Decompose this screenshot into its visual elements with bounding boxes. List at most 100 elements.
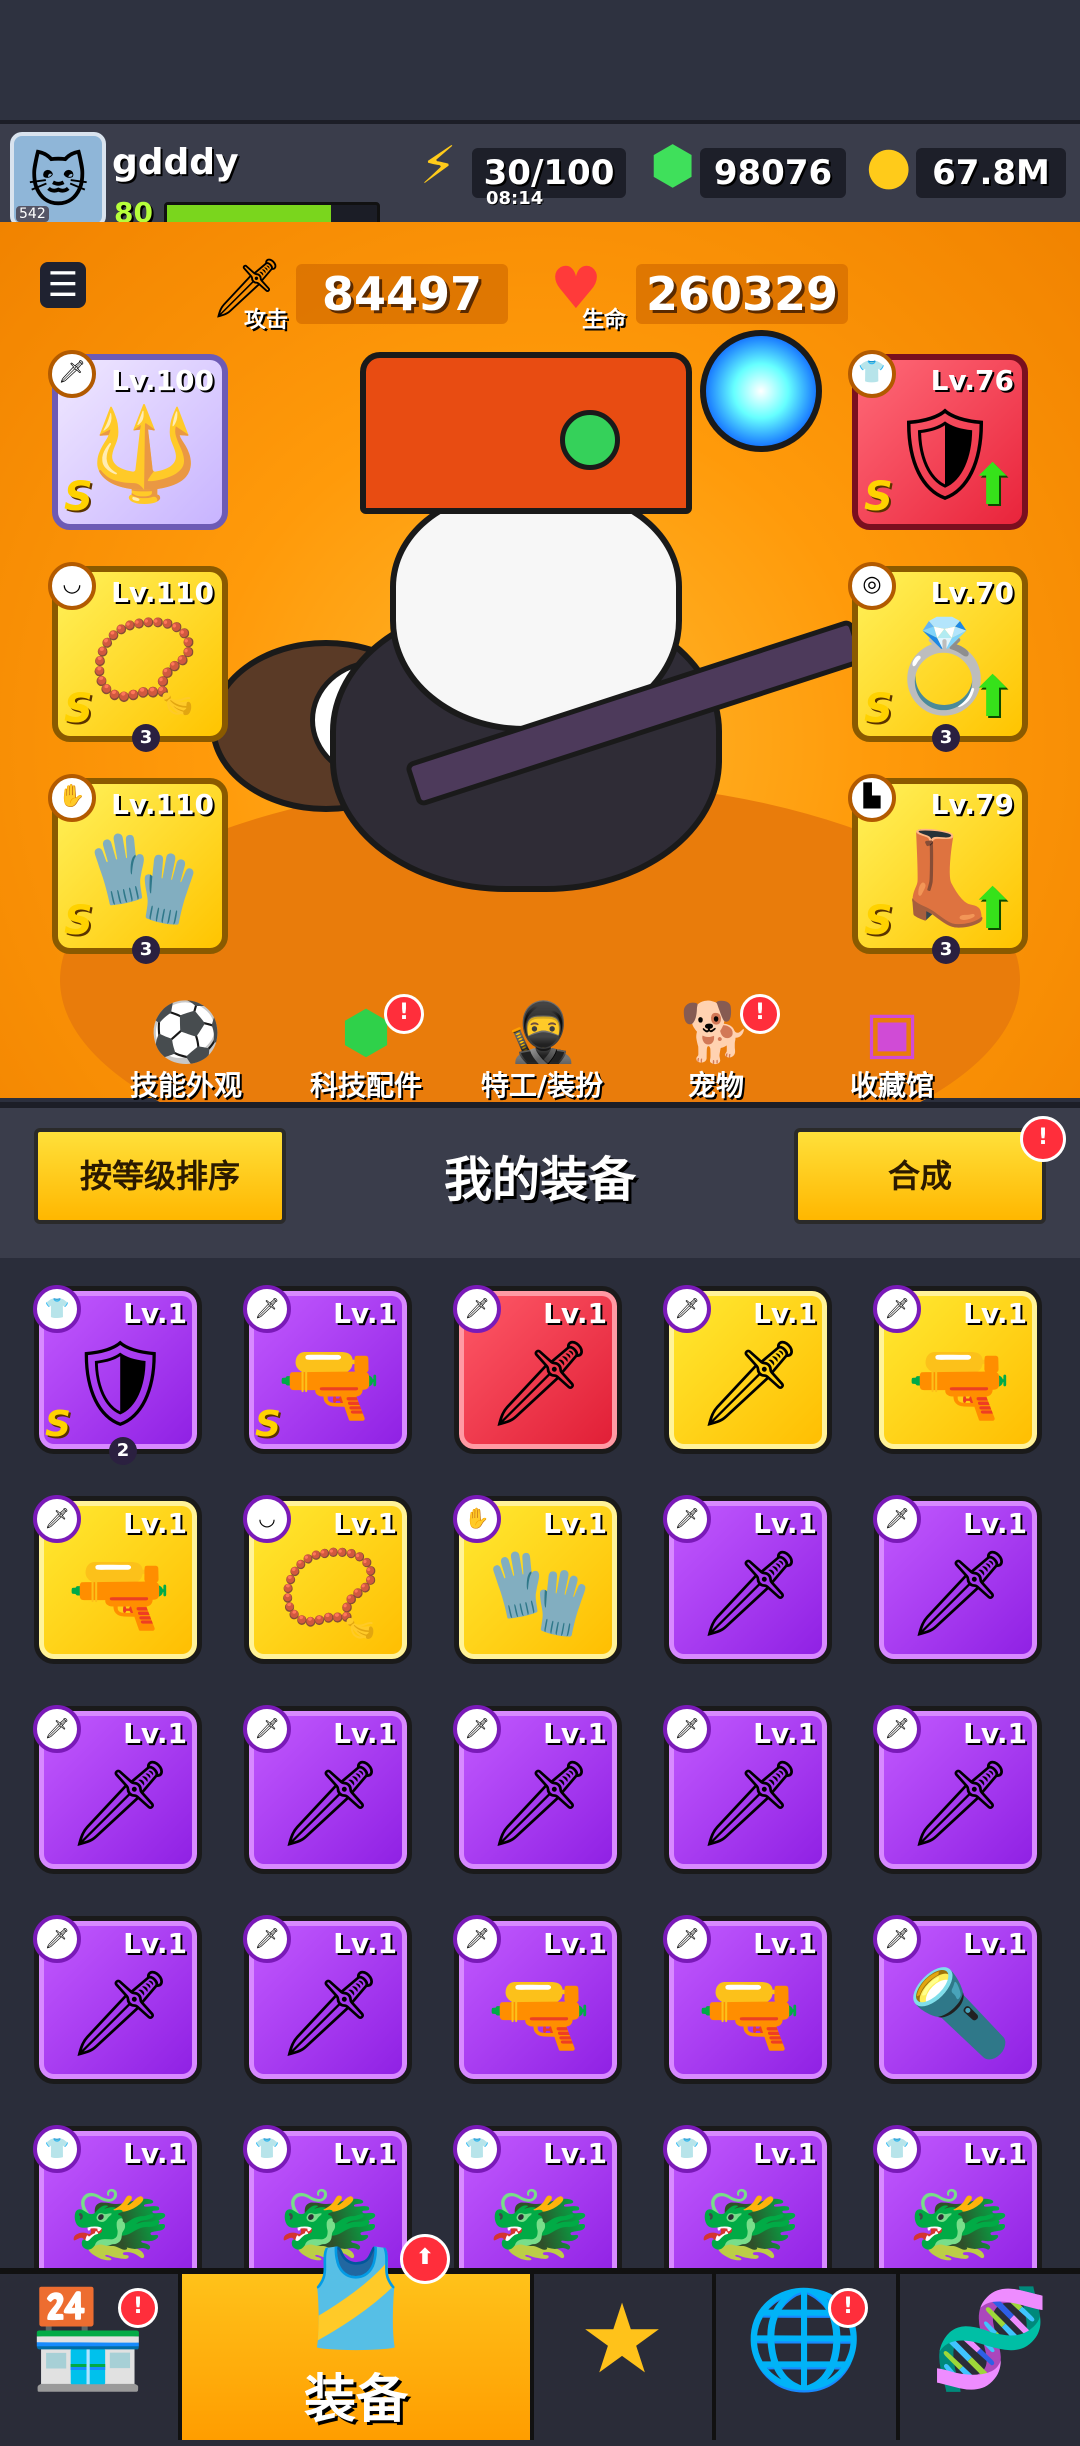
item-level: Lv.1 [963, 1507, 1027, 1540]
nav-collection-label: 收藏馆 [849, 1069, 934, 1102]
blaster-icon: 🔫 [277, 1334, 382, 1432]
item-level: Lv.1 [123, 2137, 187, 2170]
equipped-belt-grade: S [864, 686, 893, 732]
status-bar [0, 0, 1080, 120]
inventory-item[interactable]: 🗡 Lv.1 🗡 [663, 1705, 832, 1874]
hero-nav-row: ⚽ 技能外观 ⬢ 科技配件 ! 🥷 特工/装扮 🐕 宠物 ! ▣ 收藏馆 [0, 994, 1080, 1102]
equipped-armor-slot[interactable]: 👕 Lv.76 🛡 S ⬆ [848, 350, 1028, 530]
necklace-type-icon: ◡ [48, 562, 96, 610]
nav-agent-outfit-label: 特工/装扮 [480, 1069, 604, 1102]
equipped-gloves-slot[interactable]: ✋ Lv.110 🧤 S 3 [48, 774, 228, 964]
inventory-item[interactable]: 🗡 Lv.1 🗡 [663, 1495, 832, 1664]
armor-type-icon: 👕 [663, 2125, 711, 2173]
item-level: Lv.1 [123, 1297, 187, 1330]
attack-label: 攻击 [244, 308, 289, 333]
nav-collection[interactable]: ▣ 收藏馆 [812, 1000, 972, 1104]
tab-planet[interactable]: 🌐 ! [716, 2274, 892, 2440]
planet-icon: 🌐 [744, 2283, 864, 2395]
inventory-item[interactable]: 🗡 Lv.1 🔫 [453, 1915, 622, 2084]
inventory-item[interactable]: 🗡 Lv.1 🗡 [453, 1285, 622, 1454]
equipped-boots-stars: 3 [932, 936, 960, 964]
merge-button[interactable]: 合成 [794, 1128, 1046, 1224]
nav-skill-appearance[interactable]: ⚽ 技能外观 [106, 1000, 266, 1104]
nav-pets[interactable]: 🐕 宠物 ! [636, 994, 796, 1104]
inventory-item[interactable]: 👕 Lv.1 🐲 [873, 2125, 1042, 2268]
notification-badge: ! [384, 994, 424, 1034]
gloves-icon: 🧤 [88, 826, 201, 931]
inventory-item[interactable]: 🗡 Lv.1 🗡 [453, 1705, 622, 1874]
dragon-armor-icon: 🐲 [907, 2174, 1012, 2268]
nav-tech-parts[interactable]: ⬢ 科技配件 ! [286, 994, 446, 1104]
item-level: Lv.1 [543, 1717, 607, 1750]
kunai-icon: 🗡 [277, 1754, 384, 1852]
inventory-item[interactable]: 🗡 Lv.1 🔫 [873, 1285, 1042, 1454]
equipped-belt-slot[interactable]: ◎ Lv.70 💍 S 3 ⬆ [848, 562, 1028, 752]
armor-type-icon: 👕 [873, 2125, 921, 2173]
inventory-item[interactable]: 🗡 Lv.1 🔫 S [243, 1285, 412, 1454]
item-level: Lv.1 [123, 1507, 187, 1540]
tab-dna[interactable]: 🧬 [900, 2274, 1080, 2440]
armor-type-icon: 👕 [33, 1285, 81, 1333]
inventory-item[interactable]: 👕 Lv.1 🐲 [663, 2125, 832, 2268]
inventory-item[interactable]: 🗡 Lv.1 🗡 [33, 1915, 202, 2084]
revolver-icon: 🔫 [487, 1964, 592, 2062]
inventory-item[interactable]: 🗡 Lv.1 🗡 [243, 1915, 412, 2084]
revolver-icon: 🔫 [67, 1544, 172, 1642]
gem-value: 98076 [700, 148, 846, 198]
necklace-icon: 📿 [88, 614, 201, 719]
kunai-icon: 🗡 [907, 1754, 1014, 1852]
inventory-item[interactable]: 🗡 Lv.1 🗡 [873, 1705, 1042, 1874]
notification-badge: ! [740, 994, 780, 1034]
kunai-icon: 🗡 [67, 1754, 174, 1852]
inventory-item[interactable]: ◡ Lv.1 📿 [243, 1495, 412, 1664]
necklace-type-icon: ◡ [243, 1495, 291, 1543]
armor-icon: 🛡 [67, 1334, 174, 1432]
energy-timer: 08:14 [486, 188, 544, 209]
kunai-icon: 🗡 [697, 1334, 804, 1432]
item-level: Lv.1 [333, 1717, 397, 1750]
inventory-item[interactable]: 🗡 Lv.1 🗡 [663, 1285, 832, 1454]
hp-label: 生命 [582, 308, 627, 333]
item-level: Lv.1 [123, 1927, 187, 1960]
equipped-weapon-slot[interactable]: 🗡 Lv.100 🔱 S [48, 350, 228, 530]
inventory-item[interactable]: ✋ Lv.1 🧤 [453, 1495, 622, 1664]
nav-tech-parts-label: 科技配件 [309, 1069, 422, 1102]
inventory-item[interactable]: 🗡 Lv.1 🔫 [33, 1495, 202, 1664]
item-level: Lv.1 [333, 1297, 397, 1330]
inventory-item[interactable]: 🗡 Lv.1 🗡 [873, 1495, 1042, 1664]
nav-pets-label: 宠物 [687, 1069, 744, 1102]
menu-list-icon[interactable]: ☰ [40, 262, 86, 308]
inventory-item[interactable]: 🗡 Lv.1 🔦 [873, 1915, 1042, 2084]
weapon-type-icon: 🗡 [873, 1285, 921, 1333]
shotgun-icon: 🔫 [697, 1964, 802, 2062]
equipped-boots-level: Lv.79 [930, 788, 1014, 821]
upgrade-arrow-icon: ⬆ [969, 453, 1016, 518]
equipped-boots-grade: S [864, 898, 893, 944]
equipped-boots-slot[interactable]: ▙ Lv.79 👢 S 3 ⬆ [848, 774, 1028, 964]
gloves-type-icon: ✋ [453, 1495, 501, 1543]
item-level: Lv.1 [963, 1717, 1027, 1750]
player-avatar[interactable]: 🐱 542 [10, 132, 106, 228]
weapon-type-icon: 🗡 [663, 1285, 711, 1333]
tab-shop[interactable]: 🏪 ! [0, 2274, 176, 2440]
weapon-type-icon: 🗡 [453, 1285, 501, 1333]
weapon-type-icon: 🗡 [453, 1705, 501, 1753]
item-stars: 2 [109, 1437, 137, 1465]
item-level: Lv.1 [753, 2137, 817, 2170]
inventory-item[interactable]: 👕 Lv.1 🛡 S 2 [33, 1285, 202, 1465]
equipped-necklace-slot[interactable]: ◡ Lv.110 📿 S 3 [48, 562, 228, 752]
nav-agent-outfit[interactable]: 🥷 特工/装扮 [462, 1000, 622, 1104]
tab-equipment[interactable]: 🎽 装备 ⬆ [182, 2234, 530, 2440]
inventory-item[interactable]: 🗡 Lv.1 🗡 [33, 1705, 202, 1874]
staff-orb-icon [700, 330, 822, 452]
weapon-type-icon: 🗡 [33, 1705, 81, 1753]
weapon-type-icon: 🗡 [48, 350, 96, 398]
tab-battle[interactable]: ★ [534, 2274, 710, 2440]
inventory-item[interactable]: 🗡 Lv.1 🔫 [663, 1915, 832, 2084]
upgrade-badge-icon: ⬆ [400, 2234, 450, 2284]
battle-icon: ★ [578, 2283, 666, 2395]
inventory-item[interactable]: 👕 Lv.1 🐲 [33, 2125, 202, 2268]
inventory-item[interactable]: 🗡 Lv.1 🗡 [243, 1705, 412, 1874]
agent-icon: 🥷 [505, 998, 579, 1066]
item-level: Lv.1 [333, 1927, 397, 1960]
